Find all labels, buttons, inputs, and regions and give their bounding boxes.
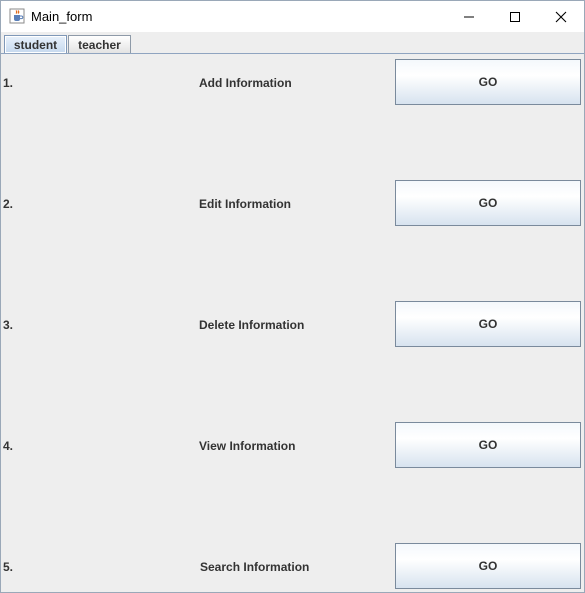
delete-information-go-button[interactable]: GO [395, 301, 581, 347]
maximize-icon [509, 11, 521, 23]
view-information-go-button[interactable]: GO [395, 422, 581, 468]
search-information-go-button[interactable]: GO [395, 543, 581, 589]
tab-teacher[interactable]: teacher [68, 35, 131, 53]
row-number: 4. [3, 439, 14, 453]
tab-strip: student teacher [1, 32, 584, 54]
edit-information-label: Edit Information [199, 197, 291, 211]
row-number: 1. [3, 76, 14, 90]
search-information-label: Search Information [200, 560, 310, 574]
minimize-icon [463, 11, 475, 23]
edit-information-go-button[interactable]: GO [395, 180, 581, 226]
row-number: 5. [3, 560, 14, 574]
view-information-label: View Information [199, 439, 296, 453]
add-information-go-button[interactable]: GO [395, 59, 581, 105]
main-form-window: Main_form student teacher 1. Add Informa… [0, 0, 585, 593]
window-title: Main_form [31, 9, 93, 24]
close-button[interactable] [538, 1, 584, 32]
row-number: 2. [3, 197, 14, 211]
close-icon [555, 11, 567, 23]
java-cup-icon [9, 8, 25, 24]
maximize-button[interactable] [492, 1, 538, 32]
delete-information-label: Delete Information [199, 318, 305, 332]
tab-student[interactable]: student [4, 35, 67, 53]
add-information-label: Add Information [199, 76, 292, 90]
student-panel: 1. Add Information GO 2. Edit Informatio… [1, 53, 584, 592]
row-number: 3. [3, 318, 14, 332]
title-bar[interactable]: Main_form [1, 1, 584, 32]
minimize-button[interactable] [446, 1, 492, 32]
